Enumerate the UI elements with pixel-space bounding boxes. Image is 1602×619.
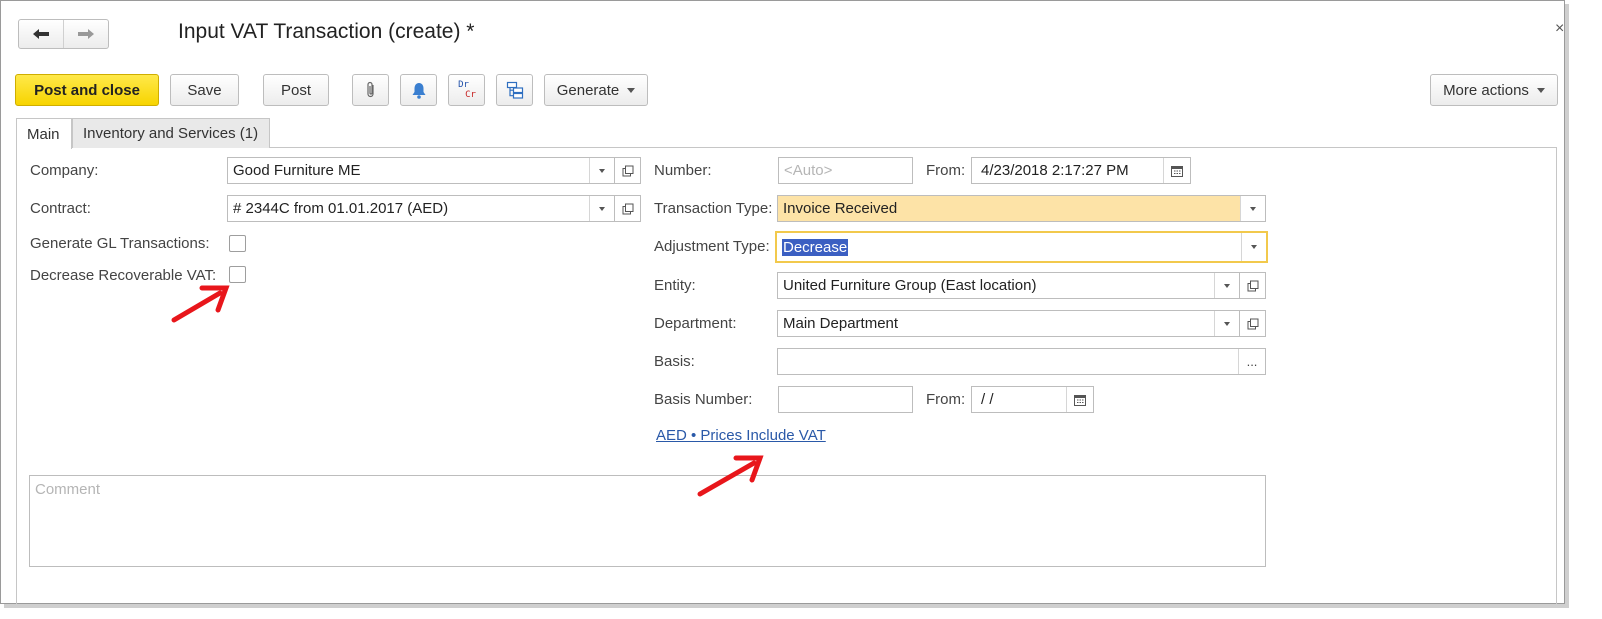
from-label: From: xyxy=(926,162,966,179)
department-field[interactable]: Main Department xyxy=(777,310,1240,337)
back-button[interactable] xyxy=(19,20,63,48)
adjustment-type-label: Adjustment Type: xyxy=(654,238,770,255)
number-field[interactable]: <Auto> xyxy=(778,157,913,184)
currency-prices-link[interactable]: AED • Prices Include VAT xyxy=(656,427,826,444)
basis-field[interactable]: ... xyxy=(777,348,1266,375)
department-dropdown[interactable] xyxy=(1214,311,1239,336)
transaction-type-label: Transaction Type: xyxy=(654,200,773,217)
chevron-down-icon xyxy=(1224,283,1230,288)
basis-date-value: / / xyxy=(981,391,994,408)
date-value: 4/23/2018 2:17:27 PM xyxy=(981,162,1129,179)
tab-inventory-and-services[interactable]: Inventory and Services (1) xyxy=(72,118,270,148)
transaction-type-value: Invoice Received xyxy=(783,200,898,217)
entity-field[interactable]: United Furniture Group (East location) xyxy=(777,272,1240,299)
chevron-down-icon xyxy=(1251,245,1257,249)
reminder-button[interactable] xyxy=(400,74,437,106)
cr-label: Cr xyxy=(465,90,476,100)
department-open-button[interactable] xyxy=(1240,310,1266,337)
basis-select-button[interactable]: ... xyxy=(1238,349,1265,374)
basis-number-label: Basis Number: xyxy=(654,391,753,408)
window-shadow-right xyxy=(1565,4,1569,608)
date-field[interactable]: 4/23/2018 2:17:27 PM xyxy=(971,157,1191,184)
dr-label: Dr xyxy=(458,80,469,90)
post-button[interactable]: Post xyxy=(263,74,329,106)
paperclip-icon xyxy=(366,81,374,98)
chevron-down-icon xyxy=(1536,87,1545,93)
save-button[interactable]: Save xyxy=(170,74,239,106)
tab-main[interactable]: Main xyxy=(16,118,72,149)
comment-textarea[interactable]: Comment xyxy=(29,475,1266,567)
content-border-left xyxy=(16,148,17,604)
entity-label: Entity: xyxy=(654,277,696,294)
chevron-down-icon xyxy=(1250,206,1256,211)
post-and-close-button[interactable]: Post and close xyxy=(15,74,159,106)
basis-date-field[interactable]: / / xyxy=(971,386,1094,413)
number-label: Number: xyxy=(654,162,712,179)
company-open-button[interactable] xyxy=(615,157,641,184)
contract-open-button[interactable] xyxy=(615,195,641,222)
company-field[interactable]: Good Furniture ME xyxy=(227,157,615,184)
attachments-button[interactable] xyxy=(352,74,389,106)
dr-cr-button[interactable]: Dr Cr xyxy=(448,74,485,106)
department-label: Department: xyxy=(654,315,737,332)
generate-gl-label: Generate GL Transactions: xyxy=(30,235,210,252)
generate-dropdown-button[interactable]: Generate xyxy=(544,74,648,106)
entity-value: United Furniture Group (East location) xyxy=(783,277,1037,294)
transaction-type-field[interactable]: Invoice Received xyxy=(777,195,1266,222)
adjustment-type-field[interactable]: Decrease xyxy=(775,231,1268,263)
transaction-type-dropdown[interactable] xyxy=(1240,196,1265,221)
arrow-right-icon xyxy=(78,29,94,39)
adjustment-type-value: Decrease xyxy=(782,238,849,256)
company-label: Company: xyxy=(30,162,99,179)
calendar-button[interactable] xyxy=(1163,158,1190,183)
forward-button[interactable] xyxy=(63,20,108,48)
chevron-down-icon xyxy=(599,206,605,211)
annotation-arrow-icon xyxy=(171,285,230,323)
more-actions-button[interactable]: More actions xyxy=(1430,74,1558,106)
open-window-icon xyxy=(1247,280,1258,291)
page-title: Input VAT Transaction (create) * xyxy=(178,20,475,43)
contract-value: # 2344C from 01.01.2017 (AED) xyxy=(233,200,449,217)
arrow-left-icon xyxy=(33,29,49,39)
more-actions-label: More actions xyxy=(1443,81,1529,99)
history-nav xyxy=(18,19,109,49)
open-window-icon xyxy=(622,203,633,214)
basis-number-field[interactable] xyxy=(778,386,913,413)
chevron-down-icon xyxy=(599,168,605,173)
chevron-down-icon xyxy=(627,87,636,93)
calendar-icon xyxy=(1074,394,1086,406)
basis-label: Basis: xyxy=(654,353,695,370)
basis-from-label: From: xyxy=(926,391,966,408)
basis-calendar-button[interactable] xyxy=(1066,387,1093,412)
content-border-right xyxy=(1556,148,1557,604)
contract-field[interactable]: # 2344C from 01.01.2017 (AED) xyxy=(227,195,615,222)
annotation-arrow-icon xyxy=(697,455,764,497)
close-icon[interactable]: × xyxy=(1555,20,1564,38)
entity-open-button[interactable] xyxy=(1240,272,1266,299)
window-shadow-bottom xyxy=(4,604,1569,608)
company-dropdown[interactable] xyxy=(589,158,614,183)
company-value: Good Furniture ME xyxy=(233,162,361,179)
contract-label: Contract: xyxy=(30,200,91,217)
generate-gl-checkbox[interactable] xyxy=(229,235,246,252)
department-value: Main Department xyxy=(783,315,899,332)
calendar-icon xyxy=(1171,165,1183,177)
adjustment-type-dropdown[interactable] xyxy=(1241,233,1266,261)
bell-icon xyxy=(412,82,425,99)
contract-dropdown[interactable] xyxy=(589,196,614,221)
open-window-icon xyxy=(1247,318,1258,329)
hierarchy-icon xyxy=(506,81,523,99)
entity-dropdown[interactable] xyxy=(1214,273,1239,298)
generate-label: Generate xyxy=(556,81,620,99)
number-placeholder: <Auto> xyxy=(784,162,833,179)
chevron-down-icon xyxy=(1224,321,1230,326)
open-window-icon xyxy=(622,165,633,176)
structure-button[interactable] xyxy=(496,74,533,106)
